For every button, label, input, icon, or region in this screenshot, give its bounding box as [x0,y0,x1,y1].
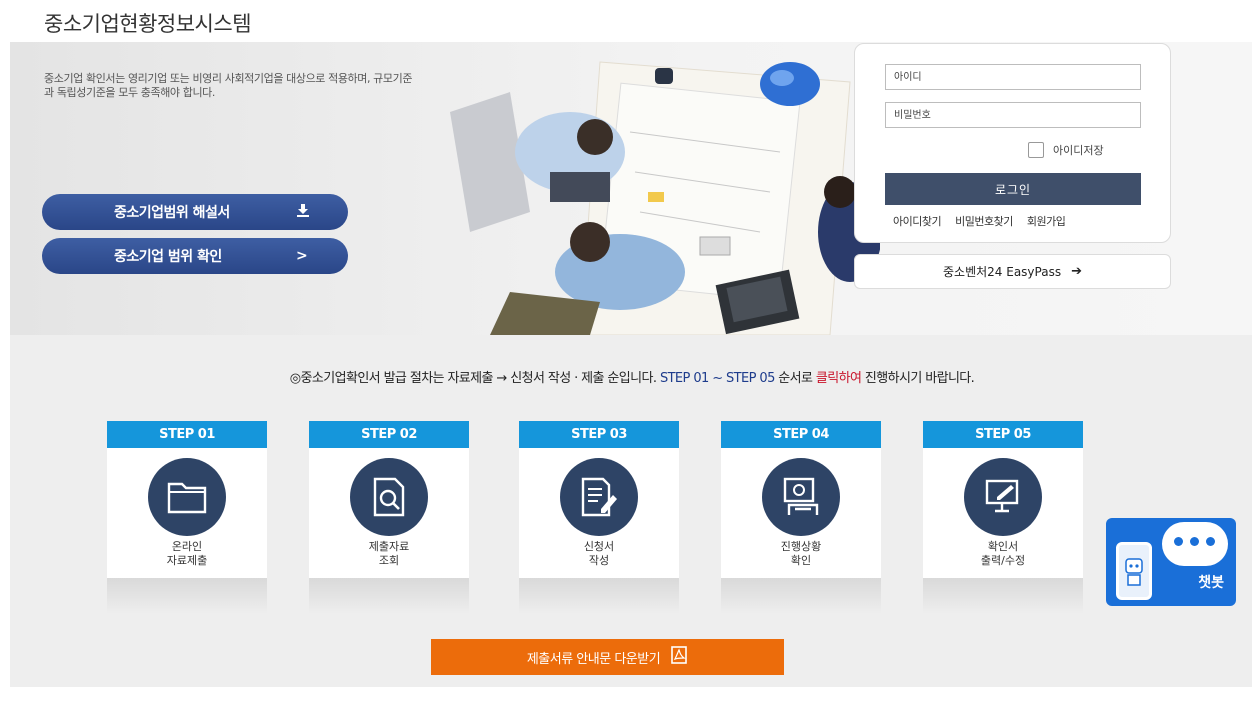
easypass-button[interactable]: 중소벤처24 EasyPass ➔ [854,254,1171,289]
remember-id-label: 아이디저장 [1053,144,1104,157]
document-search-icon [350,458,428,536]
step-label-line1: 진행상황 [780,540,822,553]
step-label-line1: 신청서 [583,540,615,553]
step-card-02[interactable]: STEP 02 제출자료 조회 [309,421,469,614]
notice-text: ◎중소기업확인서 발급 절차는 자료제출 → 신청서 작성 · 제출 순입니다. [289,371,660,386]
user-id-input[interactable] [885,64,1141,90]
chat-bubble-icon [1162,522,1228,566]
step-tab: STEP 05 [923,421,1083,448]
step-body: 온라인 자료제출 [107,448,267,578]
download-guide-label: 제출서류 안내문 다운받기 [526,651,661,667]
password-input[interactable] [885,102,1141,128]
step-label-line2: 작성 [588,554,610,567]
sme-scope-check-button[interactable]: 중소기업 범위 확인 > [42,238,348,274]
remember-id-checkbox[interactable]: 아이디저장 [1028,142,1104,158]
arrow-right-icon: ➔ [1071,264,1082,279]
chatbot-label: 챗봇 [1198,575,1224,591]
robot-phone-icon [1116,542,1152,600]
notice-step-range: STEP 01 ~ STEP 05 [659,371,775,386]
issuance-steps-section: ◎중소기업확인서 발급 절차는 자료제출 → 신청서 작성 · 제출 순입니다.… [10,335,1252,687]
step-label: 신청서 작성 [519,540,679,568]
notice-text-order: 순서로 [774,371,816,386]
step-card-05[interactable]: STEP 05 확인서 출력/수정 [923,421,1083,614]
document-edit-icon [560,458,638,536]
step-shadow [721,578,881,614]
notice-click-emphasis: 클릭하여 [815,371,862,386]
step-body: 확인서 출력/수정 [923,448,1083,578]
step-label-line2: 출력/수정 [980,554,1026,567]
print-edit-icon [964,458,1042,536]
download-icon [296,203,310,221]
step-body: 신청서 작성 [519,448,679,578]
step-tab: STEP 01 [107,421,267,448]
step-card-01[interactable]: STEP 01 온라인 자료제출 [107,421,267,614]
login-panel: 아이디저장 로그인 아이디찾기 비밀번호찾기 회원가입 [854,43,1171,243]
step-label-line2: 확인 [790,554,812,567]
sme-scope-guide-label: 중소기업범위 해설서 [114,205,230,221]
pdf-icon [670,646,688,668]
download-guide-button[interactable]: 제출서류 안내문 다운받기 [431,639,784,675]
step-shadow [309,578,469,614]
login-links: 아이디찾기 비밀번호찾기 회원가입 [893,213,1066,229]
notice-text-end: 진행하시기 바랍니다. [861,371,975,386]
step-label: 온라인 자료제출 [107,540,267,568]
chatbot-button[interactable]: 챗봇 [1106,518,1236,606]
progress-check-icon [762,458,840,536]
sme-scope-guide-button[interactable]: 중소기업범위 해설서 [42,194,348,230]
find-password-link[interactable]: 비밀번호찾기 [955,213,1013,229]
procedure-notice: ◎중소기업확인서 발급 절차는 자료제출 → 신청서 작성 · 제출 순입니다.… [10,367,1252,386]
office-meeting-illustration [450,61,880,335]
step-shadow [923,578,1083,614]
step-label-line2: 자료제출 [166,554,208,567]
intro-text: 중소기업 확인서는 영리기업 또는 비영리 사회적기업을 대상으로 적용하며, … [44,72,413,99]
step-card-03[interactable]: STEP 03 신청서 작성 [519,421,679,614]
step-tab: STEP 03 [519,421,679,448]
login-button[interactable]: 로그인 [885,173,1141,205]
find-id-link[interactable]: 아이디찾기 [893,213,942,229]
step-label: 진행상황 확인 [721,540,881,568]
easypass-label: 중소벤처24 EasyPass [943,265,1062,279]
step-label: 확인서 출력/수정 [923,540,1083,568]
chevron-right-icon: > [296,248,308,264]
step-shadow [519,578,679,614]
step-label-line1: 온라인 [171,540,203,553]
step-label-line1: 제출자료 [368,540,410,553]
step-shadow [107,578,267,614]
folder-icon [148,458,226,536]
sme-scope-check-label: 중소기업 범위 확인 [114,249,222,265]
step-body: 제출자료 조회 [309,448,469,578]
page-title: 중소기업현황정보시스템 [44,12,252,36]
step-tab: STEP 04 [721,421,881,448]
step-card-04[interactable]: STEP 04 진행상황 확인 [721,421,881,614]
step-label-line2: 조회 [378,554,400,567]
step-label-line1: 확인서 [987,540,1019,553]
step-tab: STEP 02 [309,421,469,448]
step-label: 제출자료 조회 [309,540,469,568]
checkbox-box[interactable] [1028,142,1044,158]
signup-link[interactable]: 회원가입 [1027,213,1066,229]
step-body: 진행상황 확인 [721,448,881,578]
